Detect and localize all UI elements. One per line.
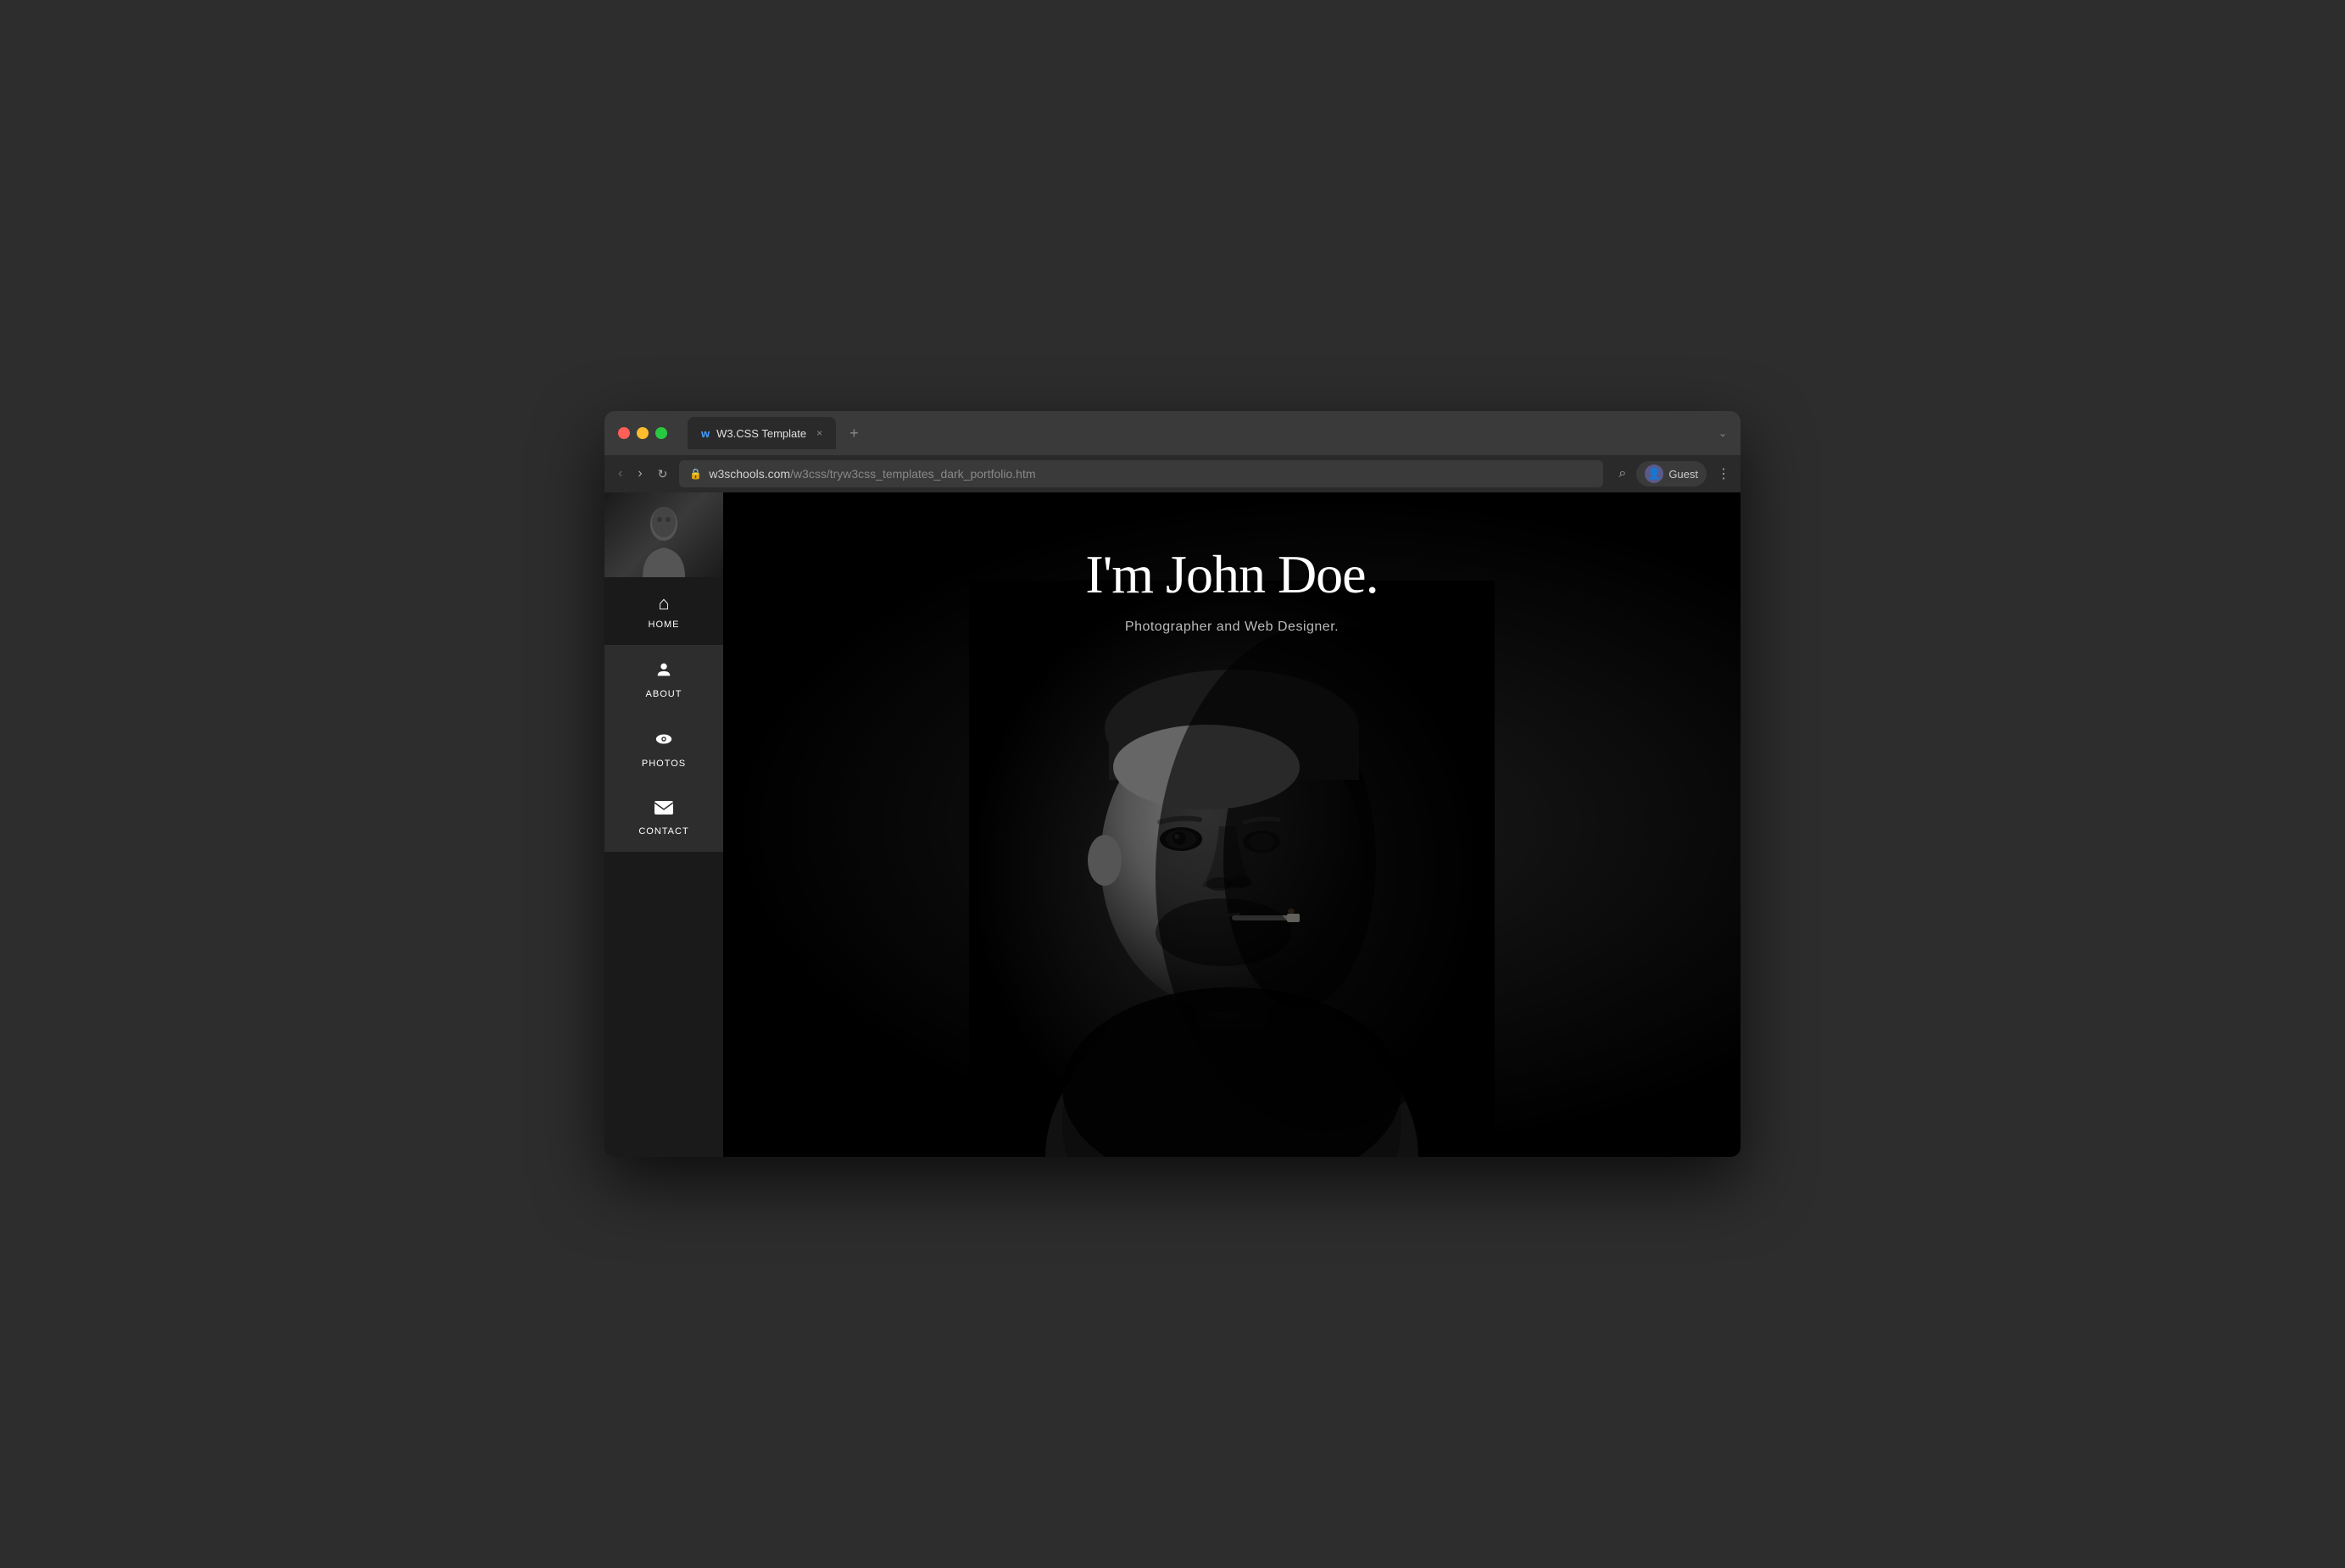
close-button[interactable] <box>618 427 630 439</box>
person-icon <box>654 660 673 684</box>
hero-section: I'm John Doe. Photographer and Web Desig… <box>723 492 1741 1157</box>
window-controls <box>618 427 667 439</box>
tab-bar: w W3.CSS Template × + <box>688 417 866 449</box>
sidebar: ⌂ HOME ABOUT <box>604 492 723 1157</box>
browser-window: w W3.CSS Template × + ⌄ ‹ › ↻ 🔒 w3school… <box>604 411 1741 1157</box>
url-text: w3schools.com/w3css/tryw3css_templates_d… <box>709 467 1035 481</box>
tab-favicon-icon: w <box>701 427 710 440</box>
avatar-silhouette-svg <box>638 505 689 577</box>
avatar-symbol: 👤 <box>1647 467 1661 481</box>
browser-actions: ⌕ 👤 Guest ⋮ <box>1618 461 1730 487</box>
tab-title-text: W3.CSS Template <box>716 427 806 440</box>
hero-text: I'm John Doe. Photographer and Web Desig… <box>1085 492 1378 635</box>
tab-close-button[interactable]: × <box>816 427 822 439</box>
contact-label: CONTACT <box>638 826 688 837</box>
search-icon[interactable]: ⌕ <box>1618 466 1626 481</box>
photos-label: PHOTOS <box>642 759 686 769</box>
url-path: /w3css/tryw3css_templates_dark_portfolio… <box>790 467 1035 481</box>
lock-icon: 🔒 <box>689 468 702 480</box>
guest-label: Guest <box>1668 468 1698 481</box>
about-label: ABOUT <box>646 689 682 699</box>
browser-menu-button[interactable]: ⋮ <box>1717 465 1730 482</box>
eye-icon <box>654 730 674 753</box>
user-menu[interactable]: 👤 Guest <box>1636 461 1707 487</box>
address-bar: ‹ › ↻ 🔒 w3schools.com/w3css/tryw3css_tem… <box>604 455 1741 492</box>
envelope-icon <box>654 799 674 821</box>
sidebar-avatar <box>604 492 723 577</box>
nav-items: ⌂ HOME ABOUT <box>604 577 723 852</box>
portrait-svg <box>969 581 1495 1157</box>
home-label: HOME <box>649 620 680 630</box>
new-tab-button[interactable]: + <box>843 421 866 446</box>
minimize-button[interactable] <box>637 427 649 439</box>
maximize-button[interactable] <box>655 427 667 439</box>
sidebar-item-contact[interactable]: CONTACT <box>604 784 723 852</box>
hero-title: I'm John Doe. <box>1085 543 1378 606</box>
sidebar-item-about[interactable]: ABOUT <box>604 645 723 714</box>
hero-subtitle: Photographer and Web Designer. <box>1085 620 1378 635</box>
forward-button[interactable]: › <box>634 463 645 485</box>
sidebar-item-photos[interactable]: PHOTOS <box>604 714 723 784</box>
main-content: ⌂ HOME ABOUT <box>604 492 1741 1157</box>
url-bar[interactable]: 🔒 w3schools.com/w3css/tryw3css_templates… <box>679 460 1603 487</box>
active-tab[interactable]: w W3.CSS Template × <box>688 417 836 449</box>
sidebar-item-home[interactable]: ⌂ HOME <box>604 577 723 645</box>
home-icon: ⌂ <box>658 592 669 614</box>
title-bar: w W3.CSS Template × + ⌄ <box>604 411 1741 455</box>
back-button[interactable]: ‹ <box>615 463 626 485</box>
avatar-photo <box>604 492 723 577</box>
avatar-icon: 👤 <box>1645 464 1663 483</box>
tab-dropdown-button[interactable]: ⌄ <box>1718 427 1727 439</box>
url-domain: w3schools.com <box>709 467 790 481</box>
refresh-button[interactable]: ↻ <box>654 464 671 485</box>
